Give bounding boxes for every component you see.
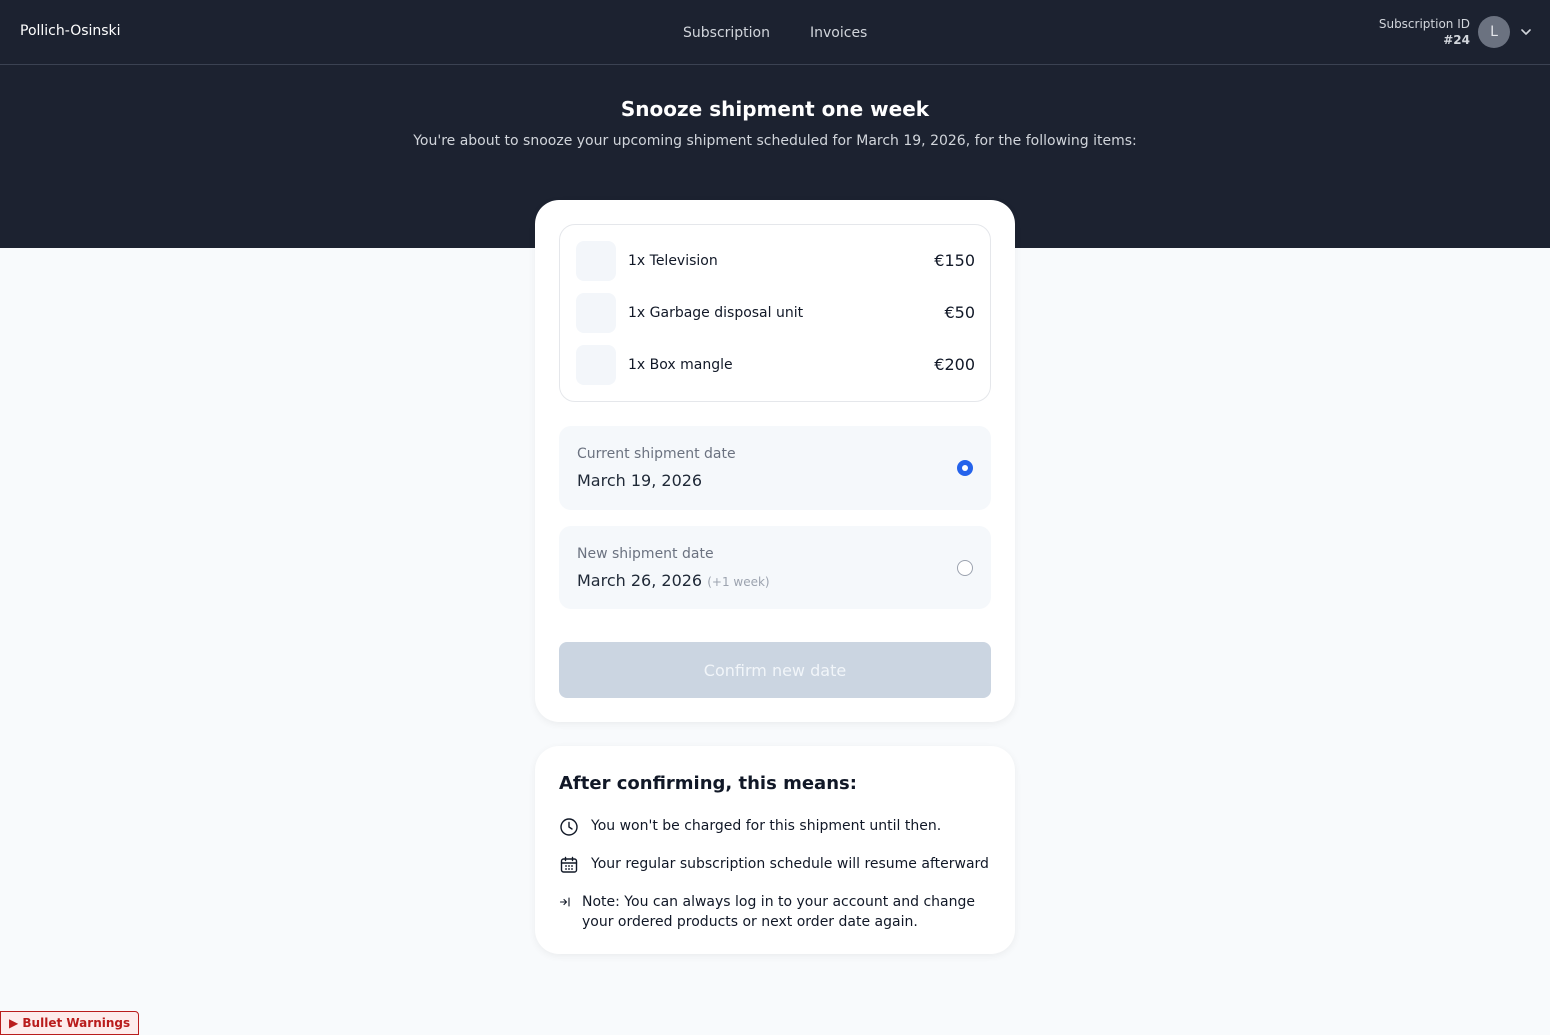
subscription-id-value: #24 — [1443, 33, 1470, 47]
navbar: Pollich-Osinski Subscription Invoices Su… — [0, 0, 1550, 65]
current-date-label: Current shipment date — [577, 446, 736, 462]
snooze-card: 1x Television €150 1x Garbage disposal u… — [535, 200, 1015, 722]
new-date-option[interactable]: New shipment date March 26, 2026 (+1 wee… — [559, 526, 991, 609]
bullet-warnings-toggle[interactable]: ▶ Bullet Warnings — [0, 1011, 140, 1035]
current-date-value: March 19, 2026 — [577, 471, 703, 490]
info-title: After confirming, this means: — [559, 773, 857, 794]
item-thumbnail — [576, 241, 616, 281]
nav-links: Subscription Invoices — [683, 25, 867, 41]
confirm-button[interactable]: Confirm new date — [559, 642, 991, 698]
info-card: After confirming, this means: You won't … — [535, 746, 1015, 954]
current-date-option[interactable]: Current shipment date March 19, 2026 — [559, 426, 991, 510]
new-date-value: March 26, 2026 — [577, 571, 703, 590]
items-list: 1x Television €150 1x Garbage disposal u… — [559, 224, 991, 402]
subscription-id-label: Subscription ID — [1378, 17, 1470, 31]
nav-subscription[interactable]: Subscription — [683, 25, 770, 41]
new-date-value-row: March 26, 2026 (+1 week) — [577, 571, 770, 590]
avatar[interactable]: L — [1478, 16, 1510, 48]
page-subtitle: You're about to snooze your upcoming shi… — [413, 133, 1137, 149]
new-date-radio[interactable] — [957, 560, 973, 576]
list-item: 1x Box mangle €200 — [576, 345, 975, 385]
new-date-label: New shipment date — [577, 546, 714, 562]
brand-name[interactable]: Pollich-Osinski — [20, 23, 121, 39]
page-title: Snooze shipment one week — [620, 97, 930, 121]
list-item: 1x Garbage disposal unit €50 — [576, 293, 975, 333]
calendar-icon — [560, 856, 578, 873]
info-point-text: Your regular subscription schedule will … — [591, 856, 989, 872]
new-date-offset: (+1 week) — [707, 575, 770, 589]
item-thumbnail — [576, 293, 616, 333]
item-price: €200 — [934, 355, 975, 374]
arrow-into-icon — [559, 897, 570, 907]
item-name: 1x Garbage disposal unit — [628, 305, 804, 321]
list-item: 1x Television €150 — [576, 241, 975, 281]
item-price: €150 — [934, 251, 975, 270]
item-price: €50 — [944, 303, 975, 322]
nav-invoices[interactable]: Invoices — [810, 25, 867, 41]
chevron-down-icon[interactable] — [1520, 26, 1532, 38]
info-note-text: Note: You can always log in to your acco… — [582, 894, 975, 930]
subscription-id: Subscription ID #24 — [1379, 16, 1470, 48]
clock-icon — [560, 818, 578, 836]
item-name: 1x Box mangle — [628, 357, 733, 373]
current-date-radio[interactable] — [957, 460, 973, 476]
info-point-text: You won't be charged for this shipment u… — [591, 818, 942, 834]
item-name: 1x Television — [628, 253, 718, 269]
item-thumbnail — [576, 345, 616, 385]
